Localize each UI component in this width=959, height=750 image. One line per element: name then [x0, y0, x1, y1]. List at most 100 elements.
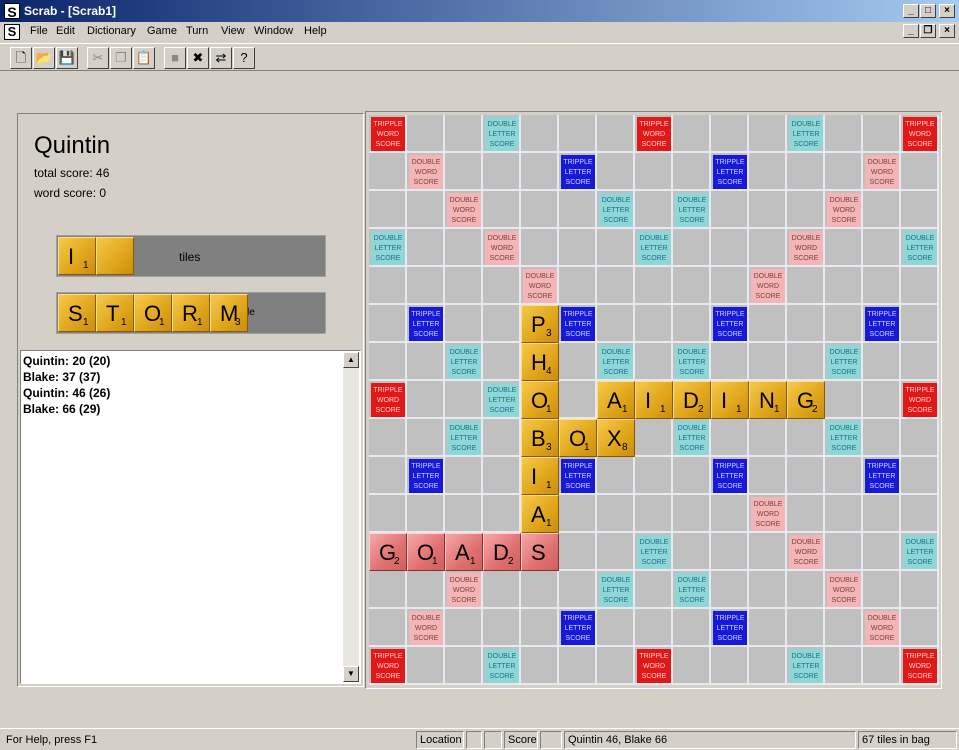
board-square[interactable]	[483, 495, 521, 533]
board-square[interactable]	[787, 419, 825, 457]
board-square[interactable]	[749, 115, 787, 153]
board-square[interactable]	[901, 153, 939, 191]
letter-tile[interactable]: A1	[445, 533, 483, 571]
board-square[interactable]	[597, 229, 635, 267]
tile-rack-top[interactable]: tiles I1	[56, 235, 326, 277]
board-square[interactable]	[369, 571, 407, 609]
doc-minimize-button[interactable]: _	[903, 24, 919, 38]
board-square[interactable]	[787, 457, 825, 495]
board-square[interactable]	[711, 533, 749, 571]
board-square[interactable]: DOUBLE LETTER SCORE	[787, 115, 825, 153]
board-square[interactable]	[445, 229, 483, 267]
board-square[interactable]	[521, 229, 559, 267]
open-folder-icon[interactable]: 📂	[33, 47, 55, 69]
board-square[interactable]: DOUBLE LETTER SCORE	[901, 533, 939, 571]
menu-dictionary[interactable]: Dictionary	[87, 25, 136, 37]
board-square[interactable]: TRIPPLE LETTER SCORE	[863, 457, 901, 495]
board-square[interactable]	[711, 115, 749, 153]
scroll-down-arrow[interactable]: ▼	[343, 666, 359, 682]
letter-tile[interactable]: I1	[58, 237, 96, 275]
board-square[interactable]: TRIPPLE LETTER SCORE	[407, 305, 445, 343]
board-square[interactable]	[863, 267, 901, 305]
board-square[interactable]	[635, 609, 673, 647]
board-square[interactable]	[901, 419, 939, 457]
board-square[interactable]: DOUBLE WORD SCORE	[787, 533, 825, 571]
board-square[interactable]	[901, 609, 939, 647]
board-square[interactable]: DOUBLE LETTER SCORE	[635, 533, 673, 571]
board-square[interactable]: TRIPPLE WORD SCORE	[901, 647, 939, 685]
board-square[interactable]	[407, 419, 445, 457]
board-square[interactable]	[787, 343, 825, 381]
board-square[interactable]	[369, 305, 407, 343]
board-square[interactable]	[521, 609, 559, 647]
stop-icon[interactable]: ■	[164, 47, 186, 69]
board-square[interactable]	[711, 191, 749, 229]
board-square[interactable]	[445, 153, 483, 191]
board-square[interactable]	[445, 381, 483, 419]
menu-game[interactable]: Game	[147, 25, 177, 37]
board-square[interactable]	[369, 343, 407, 381]
board-square[interactable]	[635, 153, 673, 191]
board-square[interactable]: TRIPPLE WORD SCORE	[369, 115, 407, 153]
menu-help[interactable]: Help	[304, 25, 327, 37]
board-square[interactable]	[559, 571, 597, 609]
board-square[interactable]	[407, 191, 445, 229]
letter-tile[interactable]: M3	[210, 294, 248, 332]
board-square[interactable]: DOUBLE LETTER SCORE	[673, 191, 711, 229]
board-square[interactable]	[825, 457, 863, 495]
board-square[interactable]	[901, 305, 939, 343]
board-square[interactable]: DOUBLE WORD SCORE	[863, 153, 901, 191]
board-square[interactable]	[825, 153, 863, 191]
board-square[interactable]	[863, 191, 901, 229]
board-square[interactable]	[787, 571, 825, 609]
letter-tile[interactable]: A1	[597, 381, 635, 419]
close-button[interactable]: ×	[939, 4, 955, 18]
board-square[interactable]	[407, 495, 445, 533]
board-square[interactable]	[673, 115, 711, 153]
board-square[interactable]	[521, 191, 559, 229]
board-square[interactable]	[597, 153, 635, 191]
history-row[interactable]: Quintin: 46 (26)	[23, 385, 110, 401]
board-square[interactable]	[749, 153, 787, 191]
board-square[interactable]	[407, 343, 445, 381]
board-square[interactable]: TRIPPLE WORD SCORE	[901, 381, 939, 419]
app-icon[interactable]: S	[4, 3, 20, 20]
board-square[interactable]	[863, 647, 901, 685]
board-square[interactable]	[711, 343, 749, 381]
save-icon[interactable]: 💾	[56, 47, 78, 69]
board-square[interactable]	[483, 153, 521, 191]
board-square[interactable]: TRIPPLE WORD SCORE	[635, 115, 673, 153]
board-square[interactable]: DOUBLE LETTER SCORE	[673, 343, 711, 381]
cancel-icon[interactable]: ✖	[187, 47, 209, 69]
board-square[interactable]: TRIPPLE LETTER SCORE	[863, 305, 901, 343]
menu-edit[interactable]: Edit	[56, 25, 75, 37]
document-icon[interactable]: S	[4, 24, 20, 40]
board-square[interactable]	[483, 267, 521, 305]
board-square[interactable]	[597, 495, 635, 533]
letter-tile[interactable]: O1	[559, 419, 597, 457]
board-square[interactable]	[445, 495, 483, 533]
board-square[interactable]: DOUBLE LETTER SCORE	[673, 419, 711, 457]
letter-tile[interactable]: O1	[521, 381, 559, 419]
doc-restore-button[interactable]: ❐	[920, 24, 936, 38]
board-square[interactable]	[559, 647, 597, 685]
board-square[interactable]	[559, 115, 597, 153]
board-square[interactable]	[863, 381, 901, 419]
board-square[interactable]	[559, 191, 597, 229]
board-square[interactable]	[559, 343, 597, 381]
board-square[interactable]	[635, 267, 673, 305]
board-square[interactable]: DOUBLE LETTER SCORE	[445, 343, 483, 381]
board-square[interactable]	[825, 381, 863, 419]
board-square[interactable]: DOUBLE WORD SCORE	[825, 571, 863, 609]
board-square[interactable]: DOUBLE LETTER SCORE	[445, 419, 483, 457]
board-square[interactable]: TRIPPLE LETTER SCORE	[711, 153, 749, 191]
board-square[interactable]: DOUBLE LETTER SCORE	[483, 115, 521, 153]
board-square[interactable]	[407, 267, 445, 305]
board-square[interactable]	[711, 647, 749, 685]
letter-tile[interactable]: I1	[635, 381, 673, 419]
board-square[interactable]	[901, 191, 939, 229]
board-square[interactable]	[483, 191, 521, 229]
letter-tile[interactable]: D2	[673, 381, 711, 419]
board-square[interactable]: TRIPPLE WORD SCORE	[369, 647, 407, 685]
board-square[interactable]	[369, 609, 407, 647]
